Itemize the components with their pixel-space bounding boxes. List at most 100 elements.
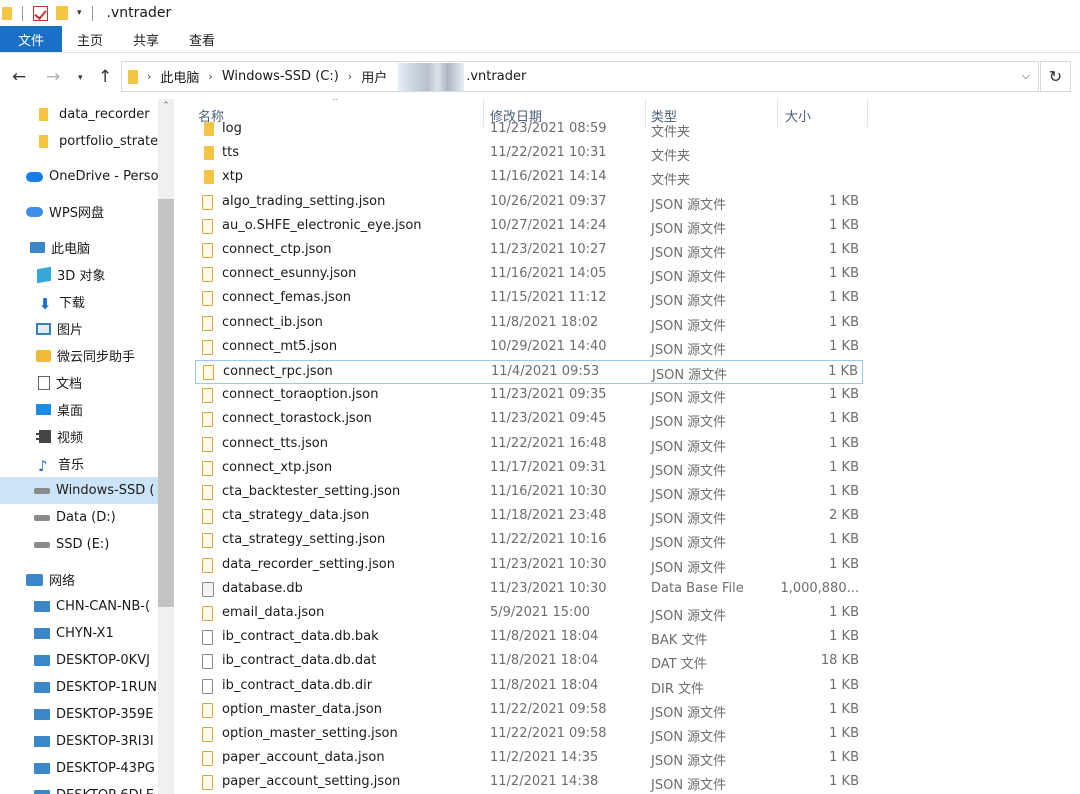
tab-file[interactable]: 文件 [0, 26, 62, 52]
file-row[interactable]: connect_femas.json 11/15/2021 11:12 JSON 源… [195, 287, 863, 311]
file-row[interactable]: option_master_data.json 11/22/2021 09:58 J… [195, 699, 863, 723]
sidebar-item[interactable]: ⬇ 下载 [0, 288, 158, 315]
sidebar-item[interactable]: OneDrive - Perso [0, 163, 158, 190]
breadcrumb-users[interactable]: 用户 [361, 67, 387, 86]
file-row[interactable]: email_data.json 5/9/2021 15:00 JSON 源文件 1 K… [195, 602, 863, 626]
file-row[interactable]: cta_strategy_setting.json 11/22/2021 10:1… [195, 529, 863, 553]
tab-view[interactable]: 查看 [174, 26, 230, 52]
file-row[interactable]: connect_tts.json 11/22/2021 16:48 JSON 源文件… [195, 433, 863, 457]
file-row[interactable]: paper_account_setting.json 11/2/2021 14:3… [195, 771, 863, 794]
forward-arrow-icon[interactable]: → [46, 67, 60, 87]
json-file-icon [202, 533, 213, 548]
sidebar-item[interactable]: DESKTOP-6DLE [0, 782, 158, 794]
file-size: 1 KB [829, 702, 859, 717]
tab-home[interactable]: 主页 [62, 26, 118, 52]
breadcrumb-drive[interactable]: Windows-SSD (C:) [222, 69, 339, 84]
file-row[interactable]: xtp 11/16/2021 14:14 文件夹 [195, 166, 863, 190]
tab-share[interactable]: 共享 [118, 26, 174, 52]
breadcrumb-chevron-icon[interactable]: › [348, 70, 352, 83]
sidebar-item[interactable]: 视频 [0, 423, 158, 450]
file-row[interactable]: data_recorder_setting.json 11/23/2021 10:… [195, 554, 863, 578]
file-row[interactable]: connect_esunny.json 11/16/2021 14:05 JSON … [195, 263, 863, 287]
scroll-up-chevron-icon[interactable]: ⌃ [158, 101, 174, 115]
sidebar-item[interactable]: CHN-CAN-NB-( [0, 593, 158, 620]
file-size: 1 KB [829, 194, 859, 209]
breadcrumb-chevron-icon[interactable]: › [208, 70, 212, 83]
file-row[interactable]: connect_ctp.json 11/23/2021 10:27 JSON 源文件… [195, 239, 863, 263]
address-bar[interactable]: › 此电脑 › Windows-SSD (C:) › 用户 .vntrader … [121, 61, 1039, 92]
file-row[interactable]: ib_contract_data.db.dat 11/8/2021 18:04 DA… [195, 650, 863, 674]
file-row[interactable]: cta_strategy_data.json 11/18/2021 23:48 JS… [195, 505, 863, 529]
file-size: 1 KB [829, 387, 859, 402]
file-name: connect_ib.json [222, 315, 323, 330]
file-row[interactable]: connect_toraoption.json 11/23/2021 09:35 J… [195, 384, 863, 408]
file-row[interactable]: connect_ib.json 11/8/2021 18:02 JSON 源文件 1 … [195, 312, 863, 336]
file-row[interactable]: connect_rpc.json 11/4/2021 09:53 JSON 源文件 1… [195, 360, 863, 384]
sidebar-item[interactable]: DESKTOP-3RI3I [0, 728, 158, 755]
sidebar-item[interactable]: 网络 [0, 566, 158, 593]
file-row[interactable]: connect_mt5.json 10/29/2021 14:40 JSON 源文件… [195, 336, 863, 360]
sidebar-item[interactable]: WPS网盘 [0, 198, 158, 225]
sidebar-item[interactable]: portfolio_strate [0, 128, 158, 155]
sidebar-item[interactable]: DESKTOP-1RUN [0, 674, 158, 701]
sidebar-item[interactable]: data_recorder [0, 101, 158, 128]
sidebar-item[interactable]: DESKTOP-43PG [0, 755, 158, 782]
sidebar-item[interactable]: SSD (E:) [0, 531, 158, 558]
generic-file-icon [202, 630, 213, 645]
file-row[interactable]: connect_xtp.json 11/17/2021 09:31 JSON 源文件… [195, 457, 863, 481]
json-file-icon [202, 727, 213, 742]
file-row[interactable]: cta_backtester_setting.json 11/16/2021 10… [195, 481, 863, 505]
sidebar-item[interactable]: ♪ 音乐 [0, 450, 158, 477]
json-file-icon [202, 219, 213, 234]
file-size: 1 KB [829, 557, 859, 572]
file-type: DIR 文件 [651, 682, 705, 697]
new-folder-icon[interactable] [56, 6, 68, 20]
file-row[interactable]: log 11/23/2021 08:59 文件夹 [195, 118, 863, 142]
file-row[interactable]: option_master_setting.json 11/22/2021 09:… [195, 723, 863, 747]
sidebar-scroll-thumb[interactable] [158, 199, 174, 607]
file-row[interactable]: au_o.SHFE_electronic_eye.json 10/27/2021 … [195, 215, 863, 239]
sidebar-item[interactable]: 微云同步助手 [0, 342, 158, 369]
address-dropdown-chevron-icon[interactable]: ⌵ [1022, 69, 1030, 83]
json-file-icon [202, 195, 213, 210]
network-computer-icon [34, 682, 50, 693]
breadcrumb-current-folder[interactable]: .vntrader [466, 69, 526, 84]
file-row[interactable]: tts 11/22/2021 10:31 文件夹 [195, 142, 863, 166]
file-modified-date: 10/29/2021 14:40 [490, 339, 607, 354]
sidebar-item-label: 下载 [59, 296, 86, 311]
file-row[interactable]: ib_contract_data.db.bak 11/8/2021 18:04 BA… [195, 626, 863, 650]
sidebar-item[interactable]: CHYN-X1 [0, 620, 158, 647]
sidebar-item[interactable]: Data (D:) [0, 504, 158, 531]
sidebar-item[interactable]: 3D 对象 [0, 261, 158, 288]
file-name: au_o.SHFE_electronic_eye.json [222, 218, 422, 233]
file-name: connect_femas.json [222, 290, 352, 305]
file-row[interactable]: database.db 11/23/2021 10:30 Data Base Fil… [195, 578, 863, 602]
breadcrumb-chevron-icon[interactable]: › [147, 70, 151, 83]
sidebar-item-label: 网络 [49, 574, 76, 589]
file-row[interactable]: paper_account_data.json 11/2/2021 14:35 JS… [195, 747, 863, 771]
json-file-icon [202, 316, 213, 331]
recent-locations-chevron-icon[interactable]: ▾ [78, 73, 83, 83]
sidebar-item[interactable]: Windows-SSD ( [0, 477, 158, 504]
breadcrumb-this-pc[interactable]: 此电脑 [160, 67, 199, 86]
up-arrow-icon[interactable]: ↑ [98, 67, 112, 87]
properties-checkmark-icon[interactable] [33, 5, 48, 21]
title-separator [91, 5, 93, 21]
file-modified-date: 11/16/2021 14:05 [490, 266, 607, 281]
file-type: BAK 文件 [651, 633, 708, 648]
file-row[interactable]: connect_torastock.json 11/23/2021 09:45 JS… [195, 408, 863, 432]
sidebar-item[interactable]: 此电脑 [0, 234, 158, 261]
sidebar-item[interactable]: DESKTOP-0KVJ [0, 647, 158, 674]
column-divider[interactable] [867, 99, 868, 127]
customize-quick-access-chevron-icon[interactable]: ▾ [77, 8, 82, 18]
file-row[interactable]: ib_contract_data.db.dir 11/8/2021 18:04 DI… [195, 675, 863, 699]
sidebar-item[interactable]: DESKTOP-359E [0, 701, 158, 728]
file-row[interactable]: algo_trading_setting.json 10/26/2021 09:3… [195, 191, 863, 215]
file-type: JSON 源文件 [651, 222, 727, 237]
refresh-button[interactable]: ↻ [1040, 61, 1071, 92]
sidebar-item[interactable]: 文档 [0, 369, 158, 396]
sidebar-item[interactable]: 图片 [0, 315, 158, 342]
back-arrow-icon[interactable]: ← [12, 67, 26, 87]
sidebar-item[interactable]: 桌面 [0, 396, 158, 423]
file-size: 18 KB [820, 653, 859, 668]
